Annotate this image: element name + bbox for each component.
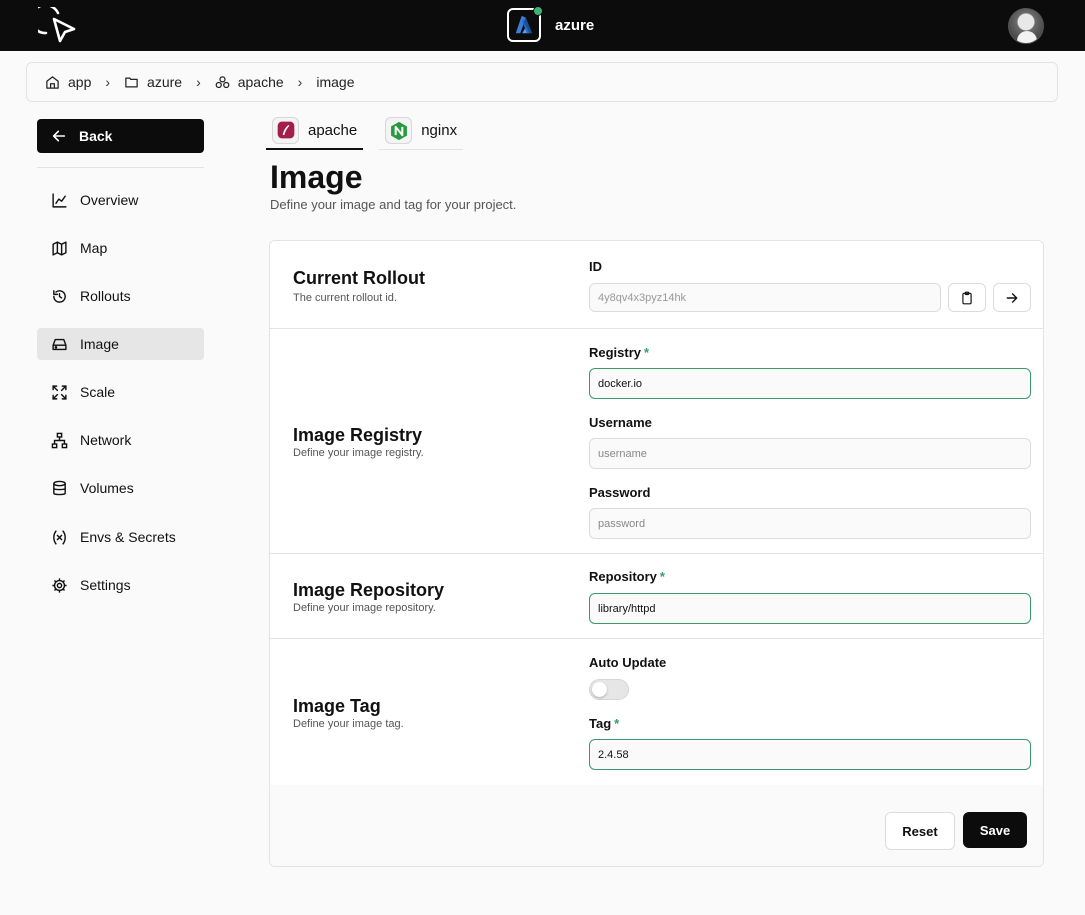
registry-input[interactable]: docker.io xyxy=(589,368,1031,399)
status-dot-icon xyxy=(533,6,543,16)
top-bar: azure xyxy=(0,0,1085,51)
arrow-left-icon xyxy=(52,130,66,142)
gear-icon xyxy=(52,577,67,593)
azure-logo-icon xyxy=(507,6,543,42)
sidebar-item-rollouts[interactable]: Rollouts xyxy=(37,280,204,312)
password-label: Password xyxy=(589,485,651,500)
section-title: Image Registry xyxy=(293,425,423,445)
breadcrumb-item-image[interactable]: image xyxy=(316,74,354,90)
breadcrumb-label: azure xyxy=(147,74,183,90)
sidebar-item-label: Map xyxy=(80,240,108,256)
section-description: The current rollout id. xyxy=(293,292,397,304)
page-title: Image xyxy=(270,159,363,195)
back-button[interactable]: Back xyxy=(37,119,204,153)
service-tabs: apache nginx xyxy=(266,112,479,152)
sidebar-divider xyxy=(37,167,204,168)
registry-label: Registry * xyxy=(589,345,650,360)
apache-icon xyxy=(272,116,299,144)
sidebar-item-label: Network xyxy=(80,432,132,448)
sidebar-item-label: Rollouts xyxy=(80,288,131,304)
map-icon xyxy=(52,240,67,256)
go-to-rollout-button[interactable] xyxy=(993,283,1031,312)
history-icon xyxy=(53,289,66,303)
auto-update-label: Auto Update xyxy=(589,655,667,670)
cluster-icon xyxy=(215,75,230,88)
sidebar-item-scale[interactable]: Scale xyxy=(37,376,204,408)
sidebar-item-map[interactable]: Map xyxy=(37,232,204,264)
drive-icon xyxy=(52,338,67,350)
sidebar-item-settings[interactable]: Settings xyxy=(37,569,204,601)
tab-label: nginx xyxy=(421,122,458,139)
project-name: azure xyxy=(555,16,595,34)
section-image-repository: Image Repository Define your image repos… xyxy=(270,554,1043,639)
sidebar-item-envs-secrets[interactable]: Envs & Secrets xyxy=(37,521,204,553)
breadcrumb: app › azure › apache › image xyxy=(26,62,1058,102)
sidebar-item-label: Scale xyxy=(80,384,116,400)
section-title: Current Rollout xyxy=(293,268,425,288)
sidebar-item-overview[interactable]: Overview xyxy=(37,184,204,216)
breadcrumb-item-azure[interactable]: azure xyxy=(124,74,182,90)
section-description: Define your image tag. xyxy=(293,718,404,730)
tag-input[interactable]: 2.4.58 xyxy=(589,739,1031,770)
reset-button[interactable]: Reset xyxy=(885,812,955,850)
sidebar-item-label: Volumes xyxy=(80,480,134,496)
folder-icon xyxy=(125,77,138,87)
username-input[interactable]: username xyxy=(589,438,1031,469)
section-description: Define your image registry. xyxy=(293,447,424,459)
tab-nginx[interactable]: nginx xyxy=(379,112,464,150)
copy-button[interactable] xyxy=(948,283,986,312)
tab-apache[interactable]: apache xyxy=(266,112,364,150)
section-image-tag: Image Tag Define your image tag. Auto Up… xyxy=(270,639,1043,785)
back-label: Back xyxy=(79,128,113,144)
expand-icon xyxy=(52,384,67,400)
network-icon xyxy=(51,432,68,448)
password-input[interactable]: password xyxy=(589,508,1031,539)
id-label: ID xyxy=(589,259,602,274)
chevron-right-icon: › xyxy=(105,74,111,90)
rollout-id-field[interactable]: 4y8qv4x3pyz14hk xyxy=(589,283,941,312)
logo-icon[interactable] xyxy=(30,3,78,45)
arrow-right-icon xyxy=(1006,292,1018,303)
nginx-icon xyxy=(385,117,413,144)
sidebar-item-network[interactable]: Network xyxy=(37,424,204,456)
page-subtitle: Define your image and tag for your proje… xyxy=(270,197,517,212)
sidebar-item-label: Image xyxy=(80,336,119,352)
database-icon xyxy=(53,480,66,495)
section-image-registry: Image Registry Define your image registr… xyxy=(270,329,1043,554)
tab-label: apache xyxy=(308,121,358,139)
repository-label: Repository * xyxy=(589,569,665,584)
avatar[interactable] xyxy=(1008,8,1044,44)
username-label: Username xyxy=(589,415,652,430)
chevron-right-icon: › xyxy=(297,74,303,90)
section-current-rollout: Current Rollout The current rollout id. … xyxy=(270,241,1043,329)
clipboard-icon xyxy=(962,291,972,304)
sidebar-item-image[interactable]: Image xyxy=(37,328,204,360)
save-button[interactable]: Save xyxy=(963,812,1027,848)
sidebar-item-label: Envs & Secrets xyxy=(80,529,176,545)
section-title: Image Tag xyxy=(293,696,381,716)
section-title: Image Repository xyxy=(293,580,445,600)
breadcrumb-label: image xyxy=(316,74,355,90)
sidebar-item-label: Settings xyxy=(80,577,131,593)
breadcrumb-item-app[interactable]: app xyxy=(45,74,91,90)
breadcrumb-label: apache xyxy=(237,74,284,90)
home-icon xyxy=(46,75,59,89)
breadcrumb-item-apache[interactable]: apache xyxy=(215,74,284,90)
variable-icon xyxy=(53,529,66,545)
sidebar-item-label: Overview xyxy=(80,192,139,208)
chevron-right-icon: › xyxy=(196,74,201,90)
tag-label: Tag * xyxy=(589,716,620,731)
breadcrumb-label: app xyxy=(68,74,92,90)
sidebar-item-volumes[interactable]: Volumes xyxy=(37,472,204,504)
auto-update-toggle[interactable] xyxy=(589,679,629,700)
section-description: Define your image repository. xyxy=(293,602,436,614)
repository-input[interactable]: library/httpd xyxy=(589,593,1031,624)
image-settings-card: Current Rollout The current rollout id. … xyxy=(269,240,1044,867)
project-switcher[interactable]: azure xyxy=(507,6,595,42)
chart-line-icon xyxy=(52,192,67,208)
